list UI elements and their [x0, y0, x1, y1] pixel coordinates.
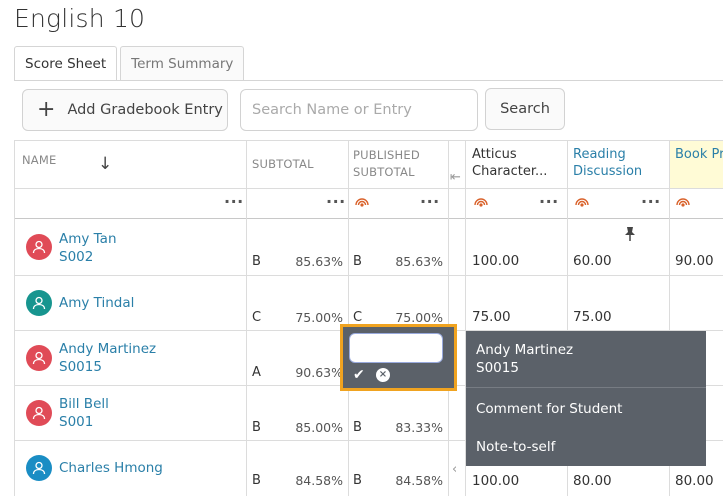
published-subtotal-line2: SUBTOTAL: [353, 165, 415, 179]
search-input[interactable]: [240, 89, 478, 131]
atticus-character-header-line2[interactable]: Character...: [472, 163, 547, 181]
subtotal-percent: 84.58%: [295, 473, 343, 488]
student-name-link[interactable]: Charles Hmong: [59, 459, 163, 477]
tab-score-sheet[interactable]: Score Sheet: [14, 46, 118, 81]
score-edit-input[interactable]: [349, 333, 443, 363]
subtotal-percent: 85.63%: [295, 254, 343, 269]
published-percent: 83.33%: [395, 420, 443, 435]
student-name-link[interactable]: Andy Martinez: [59, 340, 156, 358]
subtotal-grade: B: [252, 473, 261, 488]
student-id: S001: [59, 414, 94, 430]
score-cell[interactable]: 80.00: [573, 473, 612, 489]
published-percent: 85.63%: [395, 254, 443, 269]
user-icon: [32, 240, 46, 254]
search-button[interactable]: Search: [485, 88, 565, 130]
published-options-menu-icon[interactable]: ···: [420, 194, 440, 210]
subtotal-grade: B: [252, 420, 261, 435]
name-column-header[interactable]: NAME: [22, 152, 56, 169]
reading-options-menu-icon[interactable]: ···: [641, 194, 661, 210]
note-to-self-menu-item[interactable]: Note-to-self: [466, 428, 706, 466]
tabs-divider: [14, 80, 723, 81]
subtotal-grade: A: [252, 365, 261, 380]
student-context-menu: Andy Martinez S0015 Comment for Student …: [466, 331, 706, 466]
context-menu-header: Andy Martinez S0015: [466, 331, 706, 388]
atticus-options-menu-icon[interactable]: ···: [539, 194, 559, 210]
student-id: S002: [59, 249, 94, 265]
user-icon: [32, 406, 46, 420]
book-project-header[interactable]: Book Pro: [675, 146, 723, 164]
atticus-character-header-line1[interactable]: Atticus: [472, 146, 517, 164]
student-name-link[interactable]: Amy Tindal: [59, 294, 134, 312]
score-edit-popover: ✔ ×: [340, 324, 457, 391]
plus-icon: +: [37, 97, 56, 122]
subtotal-grade: C: [252, 310, 262, 325]
chevron-left-icon[interactable]: ‹: [452, 462, 457, 477]
avatar: [26, 400, 52, 426]
score-cell[interactable]: 80.00: [675, 473, 714, 489]
broadcast-icon: [676, 198, 690, 207]
pin-icon[interactable]: [623, 226, 637, 242]
comment-for-student-menu-item[interactable]: Comment for Student: [466, 390, 706, 428]
avatar: [26, 290, 52, 316]
published-percent: 84.58%: [395, 473, 443, 488]
tab-bar: Score Sheet Term Summary: [14, 46, 247, 81]
avatar: [26, 455, 52, 481]
table-row: Amy Tan S002 B 85.63% B 85.63% 100.00 60…: [14, 218, 723, 275]
add-gradebook-entry-label: Add Gradebook Entry: [67, 102, 223, 118]
score-cell[interactable]: 90.00: [675, 253, 714, 269]
broadcast-icon: [575, 198, 589, 207]
broadcast-icon: [355, 198, 369, 207]
published-grade: C: [353, 310, 363, 325]
user-icon: [32, 461, 46, 475]
sort-down-icon[interactable]: ↓: [98, 154, 112, 174]
reading-discussion-header-line1[interactable]: Reading: [573, 146, 626, 164]
page-title: English 10: [14, 4, 146, 33]
published-subtotal-line1: PUBLISHED: [353, 148, 420, 162]
avatar: [26, 234, 52, 260]
context-menu-student-id: S0015: [476, 360, 519, 376]
published-percent: 75.00%: [395, 310, 443, 325]
subtotal-percent: 85.00%: [295, 420, 343, 435]
score-cell[interactable]: 60.00: [573, 253, 612, 269]
score-cell[interactable]: 100.00: [472, 473, 519, 489]
subtotal-percent: 90.63%: [295, 365, 343, 380]
score-cell[interactable]: 75.00: [472, 309, 511, 325]
score-cell[interactable]: 75.00: [573, 309, 612, 325]
user-icon: [32, 296, 46, 310]
student-id: S0015: [59, 359, 102, 375]
subtotal-column-header[interactable]: SUBTOTAL: [252, 156, 314, 173]
name-options-menu-icon[interactable]: ···: [224, 194, 244, 210]
published-grade: B: [353, 420, 362, 435]
broadcast-icon: [474, 198, 488, 207]
user-icon: [32, 351, 46, 365]
reading-discussion-header-line2[interactable]: Discussion: [573, 163, 642, 181]
grid-divider: [14, 188, 723, 189]
tab-term-summary[interactable]: Term Summary: [120, 46, 245, 80]
context-menu-student-name: Andy Martinez: [476, 342, 574, 358]
subtotal-percent: 75.00%: [295, 310, 343, 325]
grid-border: [14, 140, 723, 141]
close-icon[interactable]: ×: [376, 368, 390, 382]
published-grade: B: [353, 254, 362, 269]
score-cell[interactable]: 100.00: [472, 253, 519, 269]
table-row: Amy Tindal C 75.00% C 75.00% 75.00 75.00: [14, 275, 723, 330]
subtotal-options-menu-icon[interactable]: ···: [326, 194, 346, 210]
published-grade: B: [353, 473, 362, 488]
checkmark-icon[interactable]: ✔: [353, 367, 365, 383]
avatar: [26, 345, 52, 371]
student-name-link[interactable]: Amy Tan: [59, 230, 117, 248]
student-name-link[interactable]: Bill Bell: [59, 395, 109, 413]
collapse-columns-icon[interactable]: ⇤: [450, 170, 461, 185]
subtotal-grade: B: [252, 254, 261, 269]
add-gradebook-entry-button[interactable]: + Add Gradebook Entry: [22, 89, 228, 131]
